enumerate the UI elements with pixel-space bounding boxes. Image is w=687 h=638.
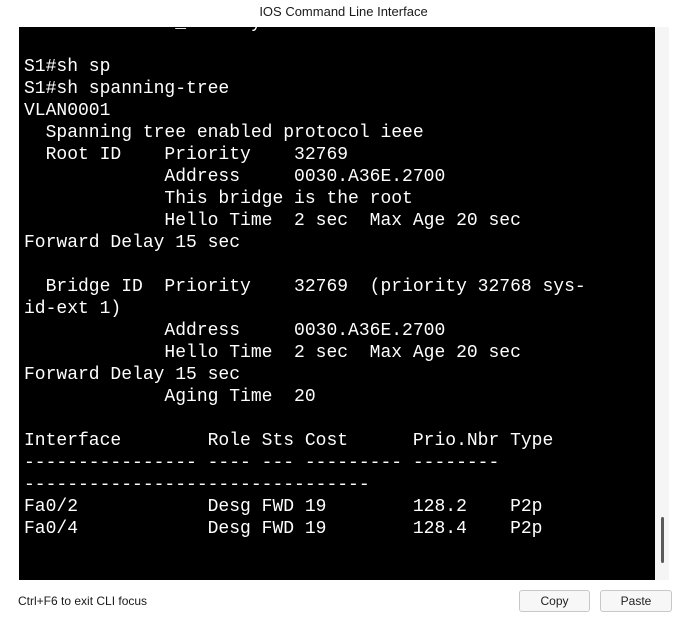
terminal-line: Spanning tree enabled protocol ieee [24,123,424,143]
terminal-line: VLAN0001 [24,101,111,121]
terminal-line: Hello Time 2 sec Max Age 20 sec [24,343,521,363]
scrollbar-thumb[interactable] [661,517,664,563]
paste-button[interactable]: Paste [600,590,672,612]
terminal-line: Address 0030.A36E.2700 [24,321,446,341]
terminal-line: S1#sh spanning-tree [24,79,230,99]
terminal-line: Interface Role Sts Cost Prio.Nbr Type [24,431,554,451]
cli-terminal[interactable]: _ y S1#sh sp S1#sh spanning-tree VLAN000… [19,27,655,580]
terminal-line: Forward Delay 15 sec [24,365,241,385]
window-title: IOS Command Line Interface [259,4,428,19]
terminal-line: Bridge ID Priority 32769 (priority 32768… [24,277,586,297]
copy-button[interactable]: Copy [519,590,590,612]
terminal-output: _ y S1#sh sp S1#sh spanning-tree VLAN000… [24,27,586,580]
terminal-line: This bridge is the root [24,189,413,209]
terminal-scrollbar[interactable] [655,27,669,580]
cli-focus-hint: Ctrl+F6 to exit CLI focus [18,594,148,608]
terminal-line: S1#sh sp [24,57,111,77]
terminal-line: Root ID Priority 32769 [24,145,349,165]
terminal-line: Forward Delay 15 sec [24,233,241,253]
terminal-line: Fa0/4 Desg FWD 19 128.4 P2p [24,519,543,539]
terminal-line: ---------------- ---- --- --------- ----… [24,453,500,473]
terminal-line: -------------------------------- [24,475,370,495]
terminal-line: Hello Time 2 sec Max Age 20 sec [24,211,521,231]
terminal-line: id-ext 1) [24,299,122,319]
terminal-line: Fa0/2 Desg FWD 19 128.2 P2p [24,497,543,517]
terminal-line: Aging Time 20 [24,387,316,407]
terminal-line: _ y [24,27,467,33]
terminal-line: Address 0030.A36E.2700 [24,167,446,187]
